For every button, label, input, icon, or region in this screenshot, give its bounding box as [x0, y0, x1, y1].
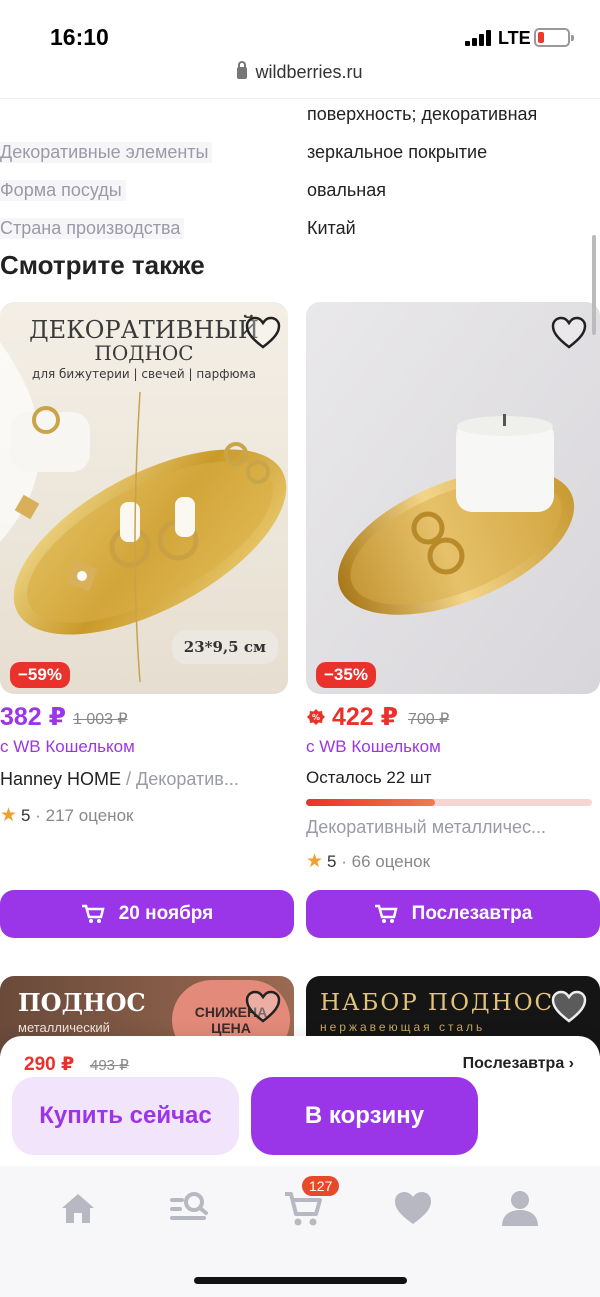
sheet-price: 290 ₽ [24, 1054, 75, 1075]
add-to-basket-button[interactable]: В корзину [251, 1077, 478, 1155]
thumb-title: ПОДНОС [18, 988, 146, 1017]
product-price: 422 ₽ [332, 703, 399, 731]
signal-icon [465, 30, 493, 46]
add-to-cart-button[interactable]: Послезавтра [306, 890, 600, 938]
thumb-subtitle: нержавеющая сталь [320, 1020, 486, 1034]
rating: ★ 5 · 66 оценок [306, 850, 430, 873]
home-indicator [194, 1277, 407, 1284]
delivery-date: 20 ноября [118, 903, 214, 924]
lock-icon [237, 61, 248, 79]
buy-now-button[interactable]: Купить сейчас [12, 1077, 239, 1155]
section-title: Смотрите также [0, 250, 205, 280]
stock-left: Осталось 22 шт [306, 768, 432, 787]
review-count: · 217 оценок [35, 806, 134, 825]
cart-icon [374, 904, 398, 923]
status-time: 16:10 [50, 24, 109, 50]
star-icon: ★ [306, 851, 324, 872]
favorite-heart-icon[interactable] [245, 316, 281, 350]
thumb-title: НАБОР ПОДНОС [320, 990, 555, 1016]
spec-label: Страна производства [0, 218, 185, 239]
thumb-subtitle: металлический [18, 1020, 110, 1035]
discount-badge: −59% [10, 662, 70, 688]
spec-value: поверхность; декоративная [307, 104, 538, 124]
product-name[interactable]: Декоративный металличес... [306, 817, 600, 838]
url-text: wildberries.ru [255, 62, 363, 82]
spec-label: Декоративные элементы [0, 142, 213, 163]
old-price: 1 003 ₽ [73, 711, 128, 728]
sale-tag-icon: % [307, 709, 325, 725]
product-name[interactable]: Hanney HOME / Декоратив... [0, 769, 288, 790]
profile-icon[interactable] [498, 1186, 542, 1230]
spec-label: Форма посуды [0, 180, 126, 201]
rating: ★ 5 · 217 оценок [0, 804, 133, 827]
home-icon[interactable] [56, 1186, 100, 1230]
favorites-icon[interactable] [391, 1186, 435, 1230]
brand-name: Hanney HOME [0, 769, 122, 789]
battery-icon [534, 28, 574, 47]
scrollbar[interactable] [592, 235, 596, 335]
network-label: LTE [498, 28, 531, 48]
discount-badge: −35% [316, 662, 376, 688]
sheet-old-price: 493 ₽ [90, 1057, 129, 1074]
rating-value: 5 [327, 852, 337, 871]
review-count: · 66 оценок [341, 852, 431, 871]
size-label: 23*9,5 см [171, 630, 278, 664]
purchase-sheet: 290 ₽ 493 ₽ Послезавтра › Купить сейчас … [0, 1036, 600, 1166]
product-card-1[interactable]: ДЕКОРАТИВНЫЙ ПОДНОС для бижутерии | свеч… [0, 302, 294, 942]
favorite-heart-icon[interactable] [551, 316, 587, 350]
divider [0, 98, 600, 99]
product-category: / Декоратив... [121, 769, 239, 789]
add-to-cart-button[interactable]: 20 ноября [0, 890, 294, 938]
cart-icon [81, 904, 105, 923]
wallet-label: с WB Кошельком [0, 737, 135, 756]
stock-progress-fill [306, 799, 435, 806]
address-bar[interactable]: wildberries.ru [0, 61, 600, 92]
catalog-search-icon[interactable] [166, 1186, 210, 1230]
favorite-heart-icon[interactable] [551, 990, 587, 1024]
star-icon: ★ [0, 805, 18, 826]
delivery-link[interactable]: Послезавтра › [463, 1055, 574, 1073]
stock-progress-bar [306, 799, 592, 806]
spec-value: овальная [307, 180, 386, 200]
product-image[interactable]: ДЕКОРАТИВНЫЙ ПОДНОС для бижутерии | свеч… [0, 302, 288, 694]
image-subtitle: для бижутерии | свечей | парфюма [32, 367, 256, 381]
svg-text:%: % [312, 713, 320, 722]
old-price: 700 ₽ [408, 711, 450, 728]
spec-value: Китай [307, 218, 356, 238]
product-card-2[interactable]: −35% % 422 ₽ 700 ₽ с WB Кошельком Остало… [306, 302, 600, 942]
product-image[interactable]: −35% [306, 302, 600, 694]
product-price: 382 ₽ [0, 703, 67, 731]
product-photo [306, 302, 600, 694]
wallet-label: с WB Кошельком [306, 737, 441, 756]
favorite-heart-icon[interactable] [245, 990, 281, 1024]
status-bar: 16:10 LTE [0, 0, 600, 60]
cart-count-badge: 127 [302, 1176, 340, 1196]
spec-value: зеркальное покрытие [307, 142, 488, 162]
image-title: ПОДНОС [94, 341, 193, 365]
rating-value: 5 [21, 806, 31, 825]
image-title: ДЕКОРАТИВНЫЙ [29, 314, 259, 344]
delivery-date: Послезавтра [411, 903, 533, 924]
